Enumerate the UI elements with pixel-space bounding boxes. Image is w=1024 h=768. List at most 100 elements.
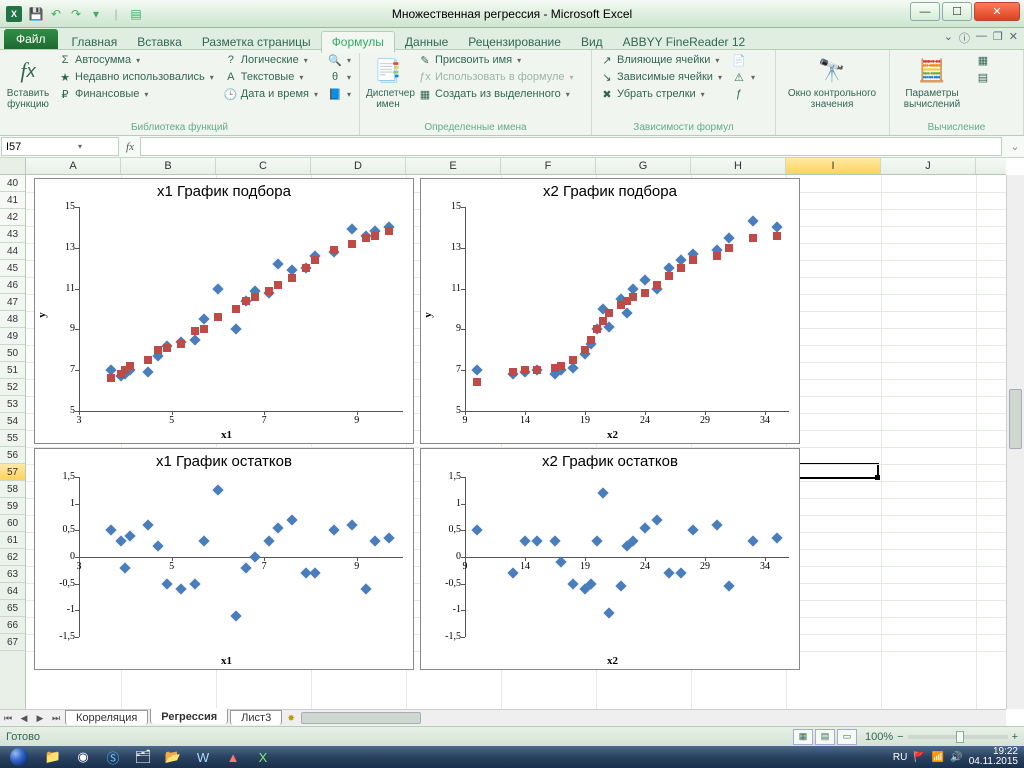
ribbon-item[interactable]: ↘Зависимые ячейки▾ [598, 69, 724, 85]
qat-more-icon[interactable]: ▾ [88, 6, 104, 22]
tray-date[interactable]: 04.11.2015 [969, 757, 1018, 767]
vscroll-thumb[interactable] [1009, 389, 1022, 449]
select-all-button[interactable] [0, 158, 26, 175]
tray-flag-icon[interactable]: 🚩 [913, 752, 925, 763]
chart-c1[interactable]: x1 График подбора5791113153579x1y [34, 178, 414, 444]
row-header[interactable]: 40 [0, 175, 25, 192]
column-header[interactable]: D [311, 158, 406, 174]
taskbar-chrome-icon[interactable]: ◉ [68, 746, 98, 768]
row-header[interactable]: 63 [0, 566, 25, 583]
row-header[interactable]: 67 [0, 634, 25, 651]
taskbar-explorer-icon[interactable]: 📁 [38, 746, 68, 768]
ribbon-item[interactable]: ★Недавно использовались▾ [56, 69, 216, 85]
column-header[interactable]: A [26, 158, 121, 174]
row-header[interactable]: 41 [0, 192, 25, 209]
ribbon-tab-разметка-страницы[interactable]: Разметка страницы [192, 32, 321, 52]
watch-window-button[interactable]: 🔭 Окно контрольного значения [782, 52, 882, 110]
view-normal-button[interactable]: ▦ [793, 729, 813, 745]
undo-icon[interactable]: ↶ [48, 6, 64, 22]
row-header[interactable]: 44 [0, 243, 25, 260]
ribbon-item[interactable]: AТекстовые▾ [222, 69, 320, 85]
taskbar-word-icon[interactable]: W [188, 746, 218, 768]
zoom-in-button[interactable]: + [1012, 731, 1018, 743]
row-header[interactable]: 62 [0, 549, 25, 566]
ribbon-tab-данные[interactable]: Данные [395, 32, 458, 52]
zoom-slider[interactable] [908, 735, 1008, 739]
ribbon-item[interactable]: ₽Финансовые▾ [56, 86, 216, 102]
ribbon-minimize-icon[interactable]: ⌄ [944, 30, 953, 46]
tab-nav-last-icon[interactable]: ⏭ [48, 713, 64, 724]
column-header[interactable]: B [121, 158, 216, 174]
row-header[interactable]: 51 [0, 362, 25, 379]
column-header[interactable]: G [596, 158, 691, 174]
doc-minimize-button[interactable]: — [976, 30, 987, 46]
ribbon-tab-рецензирование[interactable]: Рецензирование [458, 32, 571, 52]
row-header[interactable]: 50 [0, 345, 25, 362]
sheet-tab[interactable]: Корреляция [65, 710, 148, 725]
ribbon-item[interactable]: ?Логические▾ [222, 52, 320, 68]
redo-icon[interactable]: ↷ [68, 6, 84, 22]
row-header[interactable]: 43 [0, 226, 25, 243]
ribbon-item[interactable]: ▦Создать из выделенного▾ [416, 86, 576, 102]
ribbon-item[interactable]: ↗Влияющие ячейки▾ [598, 52, 724, 68]
calculation-options-button[interactable]: 🧮 Параметры вычислений [896, 52, 968, 110]
tab-nav-first-icon[interactable]: ⏮ [0, 713, 16, 724]
ribbon-tab-главная[interactable]: Главная [62, 32, 128, 52]
horizontal-scrollbar[interactable] [299, 710, 1006, 726]
row-header[interactable]: 58 [0, 481, 25, 498]
help-icon[interactable]: ⓘ [959, 30, 970, 46]
row-header[interactable]: 64 [0, 583, 25, 600]
calculate-sheet-button[interactable]: ▤ [974, 69, 992, 85]
evaluate-formula-button[interactable]: ƒ [730, 86, 757, 102]
error-check-button[interactable]: ⚠▾ [730, 69, 757, 85]
close-button[interactable]: ✕ [974, 2, 1020, 21]
row-header[interactable]: 54 [0, 413, 25, 430]
zoom-slider-knob[interactable] [956, 731, 964, 743]
view-page-break-button[interactable]: ▭ [837, 729, 857, 745]
tab-nav-next-icon[interactable]: ▶ [32, 713, 48, 724]
minimize-button[interactable]: — [910, 2, 940, 21]
ribbon-tab-формулы[interactable]: Формулы [321, 31, 395, 53]
chart-c2[interactable]: x2 График подбора57911131591419242934x2y [420, 178, 800, 444]
qat-extra-icon[interactable]: ▤ [128, 6, 144, 22]
sheet-tab[interactable]: Регрессия [150, 708, 228, 724]
row-header[interactable]: 53 [0, 396, 25, 413]
taskbar-excel-icon[interactable]: X [248, 746, 278, 768]
view-page-layout-button[interactable]: ▤ [815, 729, 835, 745]
row-header[interactable]: 42 [0, 209, 25, 226]
formula-bar-expand-icon[interactable]: ⌄ [1006, 136, 1024, 157]
taskbar-folder2-icon[interactable]: 📂 [158, 746, 188, 768]
lookup-ref-button[interactable]: 🔍▾ [326, 52, 353, 68]
save-icon[interactable]: 💾 [28, 6, 44, 22]
row-header[interactable]: 65 [0, 600, 25, 617]
taskbar-folder-icon[interactable]: 🗂 [128, 746, 158, 768]
insert-function-button[interactable]: fx Вставить функцию [6, 52, 50, 110]
row-header[interactable]: 45 [0, 260, 25, 277]
name-box-dropdown-icon[interactable]: ▾ [78, 142, 82, 151]
ribbon-item[interactable]: ✎Присвоить имя▾ [416, 52, 576, 68]
column-header[interactable]: E [406, 158, 501, 174]
row-header[interactable]: 56 [0, 447, 25, 464]
tray-network-icon[interactable]: 📶 [932, 752, 944, 763]
show-formulas-button[interactable]: 📄 [730, 52, 757, 68]
row-header[interactable]: 60 [0, 515, 25, 532]
row-header[interactable]: 47 [0, 294, 25, 311]
ribbon-item[interactable]: ✖Убрать стрелки▾ [598, 86, 724, 102]
row-header[interactable]: 57 [0, 464, 25, 481]
ribbon-tab-вставка[interactable]: Вставка [127, 32, 192, 52]
row-header[interactable]: 52 [0, 379, 25, 396]
file-tab[interactable]: Файл [4, 29, 58, 49]
column-header[interactable]: F [501, 158, 596, 174]
maximize-button[interactable]: ☐ [942, 2, 972, 21]
language-indicator[interactable]: RU [893, 752, 907, 763]
start-button[interactable] [0, 746, 38, 768]
row-header[interactable]: 66 [0, 617, 25, 634]
column-header[interactable]: J [881, 158, 976, 174]
row-header[interactable]: 55 [0, 430, 25, 447]
sheet-tab[interactable]: Лист3 [230, 710, 282, 725]
row-header[interactable]: 59 [0, 498, 25, 515]
vertical-scrollbar[interactable] [1006, 175, 1024, 709]
doc-close-button[interactable]: ✕ [1009, 30, 1018, 46]
tab-nav-prev-icon[interactable]: ◀ [16, 713, 32, 724]
hscroll-thumb[interactable] [301, 712, 421, 724]
